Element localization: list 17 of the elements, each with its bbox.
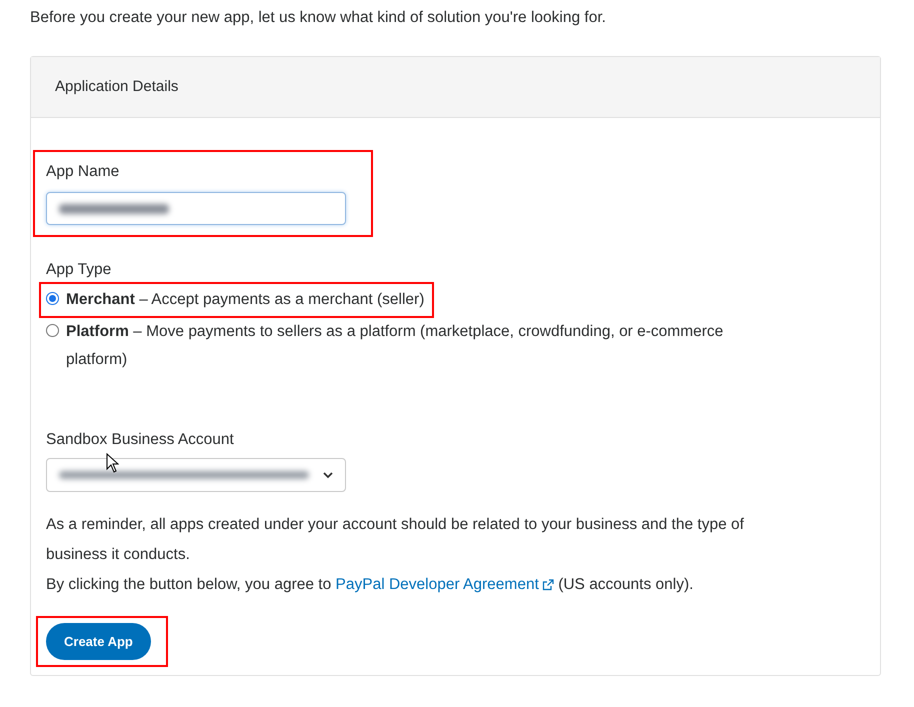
radio-button[interactable] — [46, 324, 59, 337]
create-app-button[interactable]: Create App — [46, 623, 151, 660]
external-link-icon — [542, 579, 554, 591]
agreement-link[interactable]: PayPal Developer Agreement — [336, 570, 554, 600]
field-label: App Name — [46, 162, 120, 182]
mouse-cursor-icon — [106, 453, 119, 473]
chevron-down-icon — [323, 472, 333, 478]
radio-label: Platform – Move payments to sellers as a platform (marketplace, crowdfunding, or e-commerce platform) — [66, 322, 724, 370]
agreement-text: By clicking the button below, you agree to PayPal Developer Agreement (US accounts only). — [46, 570, 694, 600]
app-name-field[interactable] — [46, 192, 346, 225]
field-label: App Type — [46, 260, 112, 280]
card-title: Application Details — [55, 76, 178, 97]
field-label: Sandbox Business Account — [46, 430, 234, 450]
radio-label: Merchant – Accept payments as a merchant (seller) — [66, 290, 424, 310]
intro-text: Before you create your new app, let us know what kind of solution you're looking for. — [30, 8, 607, 28]
radio-button[interactable] — [46, 292, 59, 305]
reminder-text: As a reminder, all apps created under your account should be related to your business and the type of business it conducts. — [46, 515, 745, 565]
